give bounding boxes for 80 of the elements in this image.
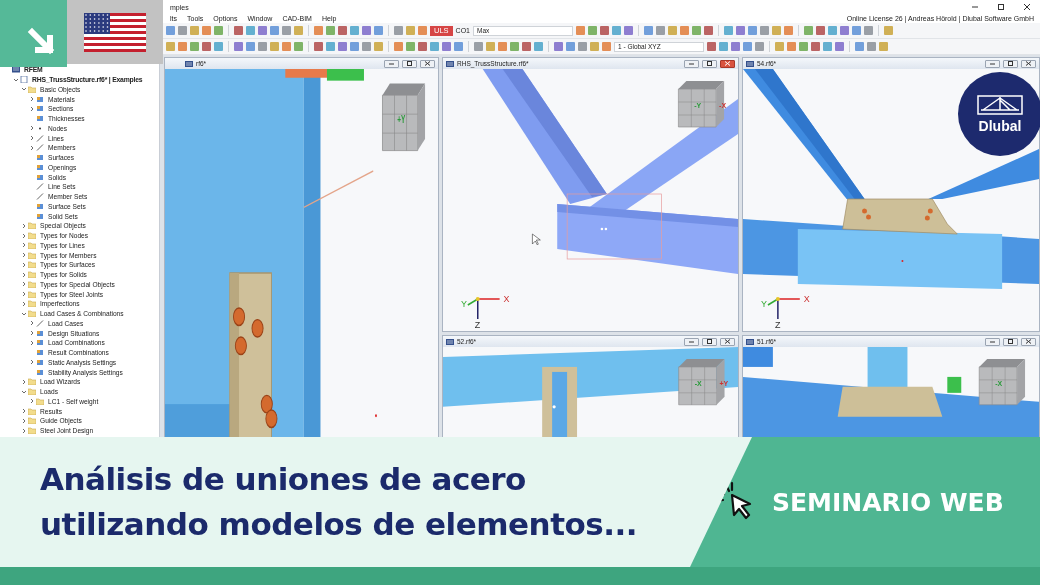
- window-icon: [746, 60, 754, 67]
- chevron-right-icon[interactable]: [28, 319, 36, 328]
- window-icon: [185, 60, 193, 67]
- minimize-icon: [388, 61, 395, 66]
- close-icon: [1022, 2, 1032, 12]
- line-icon: [36, 134, 44, 142]
- close-button[interactable]: [1021, 59, 1036, 68]
- logo-text: Dlubal: [978, 117, 1022, 134]
- axis-triad-icon: [467, 297, 501, 320]
- window-icon: [746, 338, 754, 345]
- restore-icon: [1007, 61, 1014, 66]
- axis-label: Z: [774, 320, 781, 330]
- close-icon: [1025, 339, 1032, 344]
- line-icon: [36, 144, 44, 152]
- folder-icon: [28, 85, 36, 93]
- chevron-right-icon[interactable]: [20, 260, 28, 269]
- view-cube-icon: [382, 83, 426, 151]
- close-button[interactable]: [1021, 337, 1036, 346]
- restore-icon: [996, 2, 1006, 12]
- close-icon: [724, 339, 731, 344]
- restore-button[interactable]: [702, 337, 717, 346]
- restore-icon: [1007, 339, 1014, 344]
- line-icon: [36, 183, 44, 191]
- restore-button[interactable]: [1003, 337, 1018, 346]
- banner-title: Análisis de uniones de acero utilizando modelos de elementos...: [39, 460, 639, 544]
- chevron-right-icon[interactable]: [20, 231, 28, 240]
- minimize-icon: [688, 339, 695, 344]
- axis-triad-icon: [767, 297, 801, 320]
- chevron-right-icon[interactable]: [20, 426, 28, 435]
- view-cube-icon: [978, 358, 1026, 406]
- view-cube-icon: [678, 81, 725, 128]
- axis-label: Y: [760, 299, 767, 309]
- seminar-label: SEMINARIO WEB: [772, 487, 1004, 517]
- bridge-icon: [977, 94, 1023, 115]
- axis-label: X: [803, 294, 810, 304]
- restore-button[interactable]: [702, 59, 717, 68]
- window-icon: [446, 338, 454, 345]
- chevron-right-icon[interactable]: [20, 241, 28, 250]
- chevron-right-icon[interactable]: [28, 329, 36, 338]
- close-button[interactable]: [420, 59, 435, 68]
- line-icon: [36, 193, 44, 201]
- restore-icon: [706, 61, 713, 66]
- chevron-right-icon[interactable]: [28, 104, 36, 113]
- chevron-right-icon[interactable]: [20, 407, 28, 416]
- chevron-right-icon[interactable]: [28, 95, 36, 104]
- flag-icon: [84, 12, 146, 52]
- chevron-right-icon[interactable]: [28, 338, 36, 347]
- chevron-right-icon[interactable]: [20, 377, 28, 386]
- chevron-right-icon[interactable]: [20, 221, 28, 230]
- cube-label: +Y: [397, 113, 406, 126]
- chevron-right-icon[interactable]: [20, 416, 28, 425]
- close-icon: [424, 61, 431, 66]
- axis-label: X: [503, 293, 510, 304]
- line-icon: [36, 319, 44, 327]
- chevron-right-icon[interactable]: [28, 397, 36, 406]
- chevron-right-icon[interactable]: [28, 134, 36, 143]
- file-icon: [20, 76, 28, 84]
- window-icon: [446, 60, 454, 67]
- chevron-right-icon[interactable]: [28, 143, 36, 152]
- chevron-right-icon[interactable]: [20, 290, 28, 299]
- axis-label: Z: [474, 319, 481, 330]
- minimize-icon: [688, 61, 695, 66]
- axis-label: Y: [460, 298, 467, 309]
- close-icon: [724, 61, 731, 66]
- close-icon: [1025, 61, 1032, 66]
- chevron-right-icon[interactable]: [28, 124, 36, 133]
- minimize-icon: [989, 339, 996, 344]
- restore-icon: [406, 61, 413, 66]
- close-button[interactable]: [720, 59, 735, 68]
- restore-icon: [706, 339, 713, 344]
- close-button[interactable]: [720, 337, 735, 346]
- restore-button[interactable]: [402, 59, 417, 68]
- chevron-right-icon[interactable]: [20, 299, 28, 308]
- chevron-right-icon[interactable]: [20, 251, 28, 260]
- minimize-icon: [989, 61, 996, 66]
- cursor-icon: [532, 233, 541, 246]
- chevron-right-icon[interactable]: [20, 270, 28, 279]
- chevron-right-icon[interactable]: [20, 280, 28, 289]
- chevron-right-icon[interactable]: [28, 358, 36, 367]
- restore-button[interactable]: [1003, 59, 1018, 68]
